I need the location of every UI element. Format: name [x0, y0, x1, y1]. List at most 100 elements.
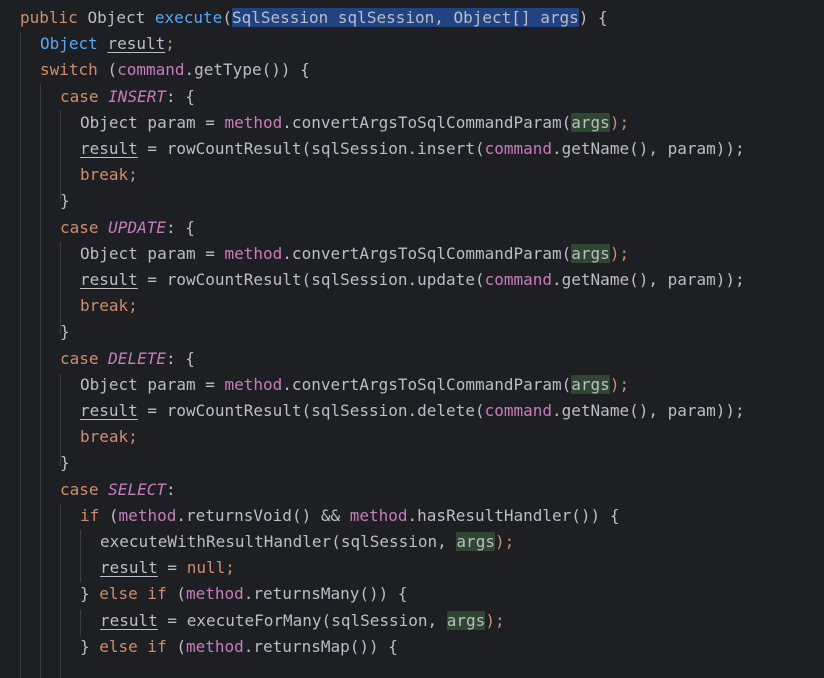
code-token: case [60, 479, 109, 499]
code-token: if [80, 505, 109, 525]
code-line[interactable]: break; [80, 424, 138, 450]
code-line[interactable]: result = rowCountResult(sqlSession.delet… [80, 398, 745, 424]
code-token: command [117, 60, 185, 80]
code-token: switch [40, 60, 108, 80]
code-line[interactable]: switch (command.getType()) { [40, 57, 310, 83]
code-line[interactable]: executeWithResultHandler(sqlSession, arg… [100, 529, 514, 555]
code-token: ( [176, 584, 186, 604]
code-token: ); [609, 374, 630, 394]
code-token: case [60, 86, 109, 106]
code-token: null; [186, 558, 235, 578]
code-line[interactable]: Object result; [40, 31, 175, 57]
code-token: ); [609, 112, 630, 132]
code-token: result [80, 270, 138, 289]
code-line[interactable]: Object param = method.convertArgsToSqlCo… [80, 241, 629, 267]
code-line[interactable]: } [60, 450, 70, 476]
code-token: .returnsMany()) { [243, 584, 408, 604]
code-line[interactable]: public Object execute(SqlSession sqlSess… [20, 5, 608, 31]
code-token: ( [107, 60, 118, 80]
code-token: ( [222, 8, 232, 27]
code-line[interactable]: result = rowCountResult(sqlSession.inser… [80, 136, 745, 162]
code-line[interactable]: result = rowCountResult(sqlSession.updat… [80, 267, 745, 293]
code-token: DELETE [108, 348, 166, 368]
code-line[interactable]: Object param = method.convertArgsToSqlCo… [80, 372, 629, 398]
code-line[interactable]: } else if (method.returnsMap()) { [80, 634, 398, 660]
code-line[interactable]: break; [80, 293, 138, 319]
code-token: Object param = [80, 112, 225, 132]
code-token: SqlSession sqlSession, Object[] args [231, 8, 579, 27]
code-token: execute [154, 8, 223, 27]
code-token: case [60, 217, 109, 237]
code-token: } [60, 191, 70, 211]
code-line[interactable]: } [60, 319, 70, 345]
code-token: ( [176, 636, 186, 656]
code-token: .getName(), param)); [552, 270, 745, 289]
code-token: else if [99, 584, 177, 604]
code-line[interactable]: case UPDATE: { [60, 215, 195, 241]
code-token: .getType()) { [184, 60, 310, 80]
code-token: Object param = [80, 374, 225, 394]
code-token: executeWithResultHandler(sqlSession, [100, 532, 457, 551]
code-token: method [349, 505, 408, 525]
code-token: INSERT [108, 86, 166, 106]
code-line[interactable]: case INSERT: { [60, 84, 195, 110]
indent-guide [20, 32, 21, 678]
code-token: .returnsVoid() && [176, 505, 350, 525]
code-token: ); [609, 243, 630, 263]
code-editor[interactable]: public Object execute(SqlSession sqlSess… [0, 0, 824, 678]
code-token: args [571, 243, 610, 263]
code-token: UPDATE [108, 217, 166, 237]
code-token: result [107, 34, 166, 54]
code-token: command [484, 401, 553, 420]
code-token: .convertArgsToSqlCommandParam( [282, 112, 572, 132]
code-token: args [571, 112, 610, 132]
code-token: result [100, 558, 158, 578]
code-token: command [484, 139, 553, 158]
code-token: = rowCountResult(sqlSession.delete( [137, 401, 485, 420]
code-token: } [80, 636, 100, 656]
code-token: } [60, 453, 70, 473]
code-line[interactable]: Object param = method.convertArgsToSqlCo… [80, 110, 629, 136]
code-token: = rowCountResult(sqlSession.insert( [137, 139, 485, 158]
code-token: .returnsMap()) { [243, 636, 398, 656]
code-line[interactable]: } [60, 188, 70, 214]
code-token: else if [99, 636, 177, 656]
code-token: break; [80, 165, 138, 185]
indent-guide [60, 504, 61, 678]
code-token: : { [165, 86, 195, 106]
code-token: Object [87, 8, 155, 27]
code-token: method [224, 112, 283, 132]
code-token: = rowCountResult(sqlSession.update( [137, 270, 485, 289]
code-line[interactable]: result = executeForMany(sqlSession, args… [100, 608, 505, 634]
code-token: .convertArgsToSqlCommandParam( [282, 243, 572, 263]
code-token: args [446, 610, 486, 630]
code-line[interactable]: case DELETE: { [60, 346, 195, 372]
code-token: } [60, 322, 70, 342]
code-token: method [118, 505, 177, 525]
code-line[interactable]: } else if (method.returnsMany()) { [80, 581, 408, 607]
code-token: : [165, 479, 176, 499]
code-token: method [224, 374, 283, 394]
code-token: : { [165, 348, 195, 368]
code-token: .getName(), param)); [552, 139, 745, 158]
code-token: ) { [578, 8, 608, 27]
code-line[interactable]: if (method.returnsVoid() && method.hasRe… [80, 503, 619, 529]
code-line[interactable]: case SELECT: [60, 477, 176, 503]
indent-guide [80, 530, 81, 582]
code-token: } [80, 584, 100, 604]
code-token: break; [80, 427, 138, 447]
code-token: ); [485, 610, 505, 630]
code-token: result [80, 401, 138, 420]
code-token: ( [108, 505, 119, 525]
code-token: = executeForMany(sqlSession, [157, 610, 447, 630]
code-token: result [100, 610, 158, 630]
code-token: public [20, 8, 88, 27]
code-token: ); [494, 532, 515, 551]
code-token: : { [165, 217, 195, 237]
code-token: Object param = [80, 243, 225, 263]
code-line[interactable]: break; [80, 162, 138, 188]
code-line[interactable]: result = null; [100, 555, 235, 581]
code-token: = [157, 558, 187, 578]
code-token: break; [80, 296, 138, 316]
code-token: Object [40, 34, 108, 54]
